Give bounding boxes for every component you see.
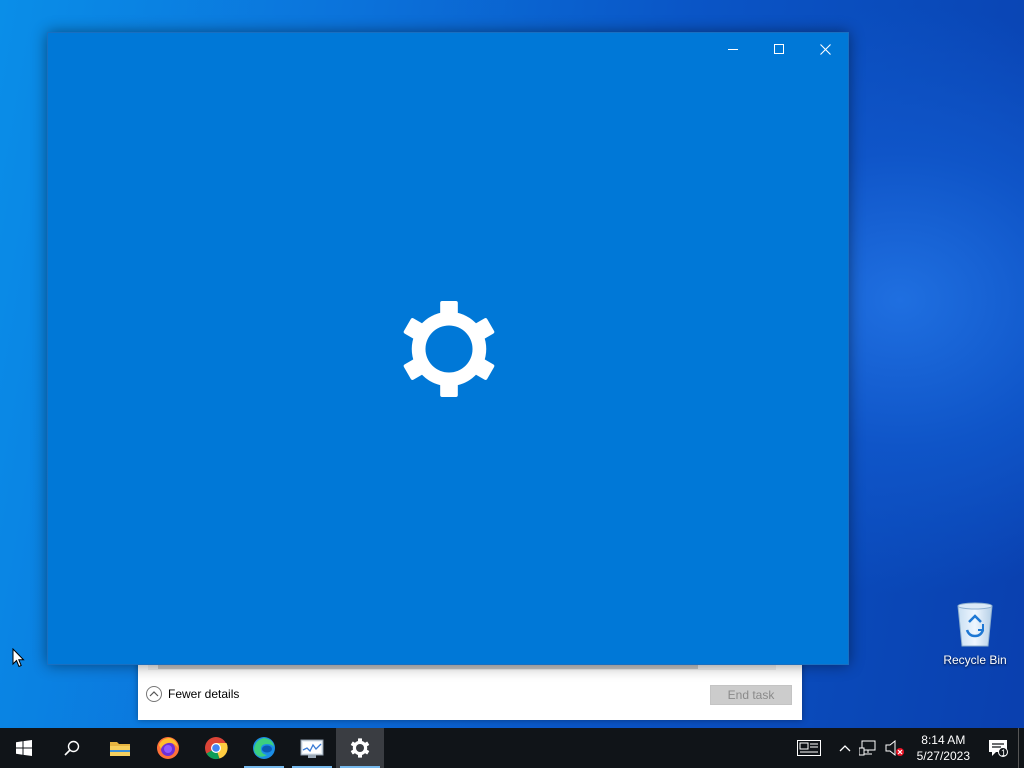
fewer-details-label: Fewer details <box>168 687 240 701</box>
show-desktop-button[interactable] <box>1018 728 1024 768</box>
chevron-up-icon <box>146 686 162 702</box>
recycle-bin-icon <box>957 602 993 647</box>
task-manager-window: Fewer details End task <box>138 660 802 720</box>
minimize-button[interactable] <box>710 33 756 65</box>
action-center-button[interactable]: 1 <box>978 728 1018 768</box>
search-icon <box>64 740 80 756</box>
windows-logo-icon <box>16 740 32 756</box>
taskbar-task-manager[interactable] <box>288 728 336 768</box>
mouse-cursor-icon <box>12 648 25 668</box>
network-button[interactable] <box>855 728 881 768</box>
taskbar-firefox[interactable] <box>144 728 192 768</box>
task-manager-icon <box>300 739 324 758</box>
search-button[interactable] <box>48 728 96 768</box>
taskbar-settings[interactable] <box>336 728 384 768</box>
clock-time: 8:14 AM <box>921 733 966 747</box>
news-icon <box>796 740 821 756</box>
firefox-icon <box>157 737 179 759</box>
minimize-icon <box>728 49 738 50</box>
maximize-button[interactable] <box>756 33 802 65</box>
show-hidden-icons-button[interactable] <box>835 728 855 768</box>
taskbar-edge[interactable] <box>240 728 288 768</box>
window-controls <box>710 33 848 65</box>
taskbar: 8:14 AM 5/27/2023 1 <box>0 728 1024 768</box>
system-tray: 8:14 AM 5/27/2023 1 <box>793 728 1024 768</box>
close-button[interactable] <box>802 33 848 65</box>
volume-muted-icon <box>885 740 904 756</box>
fewer-details-button[interactable]: Fewer details <box>146 686 239 702</box>
desktop-icon-recycle-bin[interactable]: Recycle Bin <box>938 600 1012 667</box>
start-button[interactable] <box>0 728 48 768</box>
taskbar-clock[interactable]: 8:14 AM 5/27/2023 <box>909 732 978 764</box>
edge-icon <box>253 737 275 759</box>
maximize-icon <box>774 44 784 54</box>
clock-date: 5/27/2023 <box>916 749 970 763</box>
gear-icon <box>350 738 370 758</box>
settings-window <box>47 32 849 665</box>
desktop-icon-label: Recycle Bin <box>943 653 1007 667</box>
chrome-icon <box>205 737 228 760</box>
taskbar-file-explorer[interactable] <box>96 728 144 768</box>
news-and-interests-button[interactable] <box>793 728 825 768</box>
close-icon <box>819 43 831 55</box>
end-task-button[interactable]: End task <box>710 685 792 705</box>
network-icon <box>858 740 876 756</box>
volume-button[interactable] <box>881 728 909 768</box>
gear-icon <box>403 300 495 398</box>
taskbar-chrome[interactable] <box>192 728 240 768</box>
scrollbar-thumb[interactable] <box>158 665 698 669</box>
notification-count-badge: 1 <box>1000 748 1006 758</box>
chevron-up-icon <box>839 745 851 752</box>
folder-icon <box>110 742 130 756</box>
